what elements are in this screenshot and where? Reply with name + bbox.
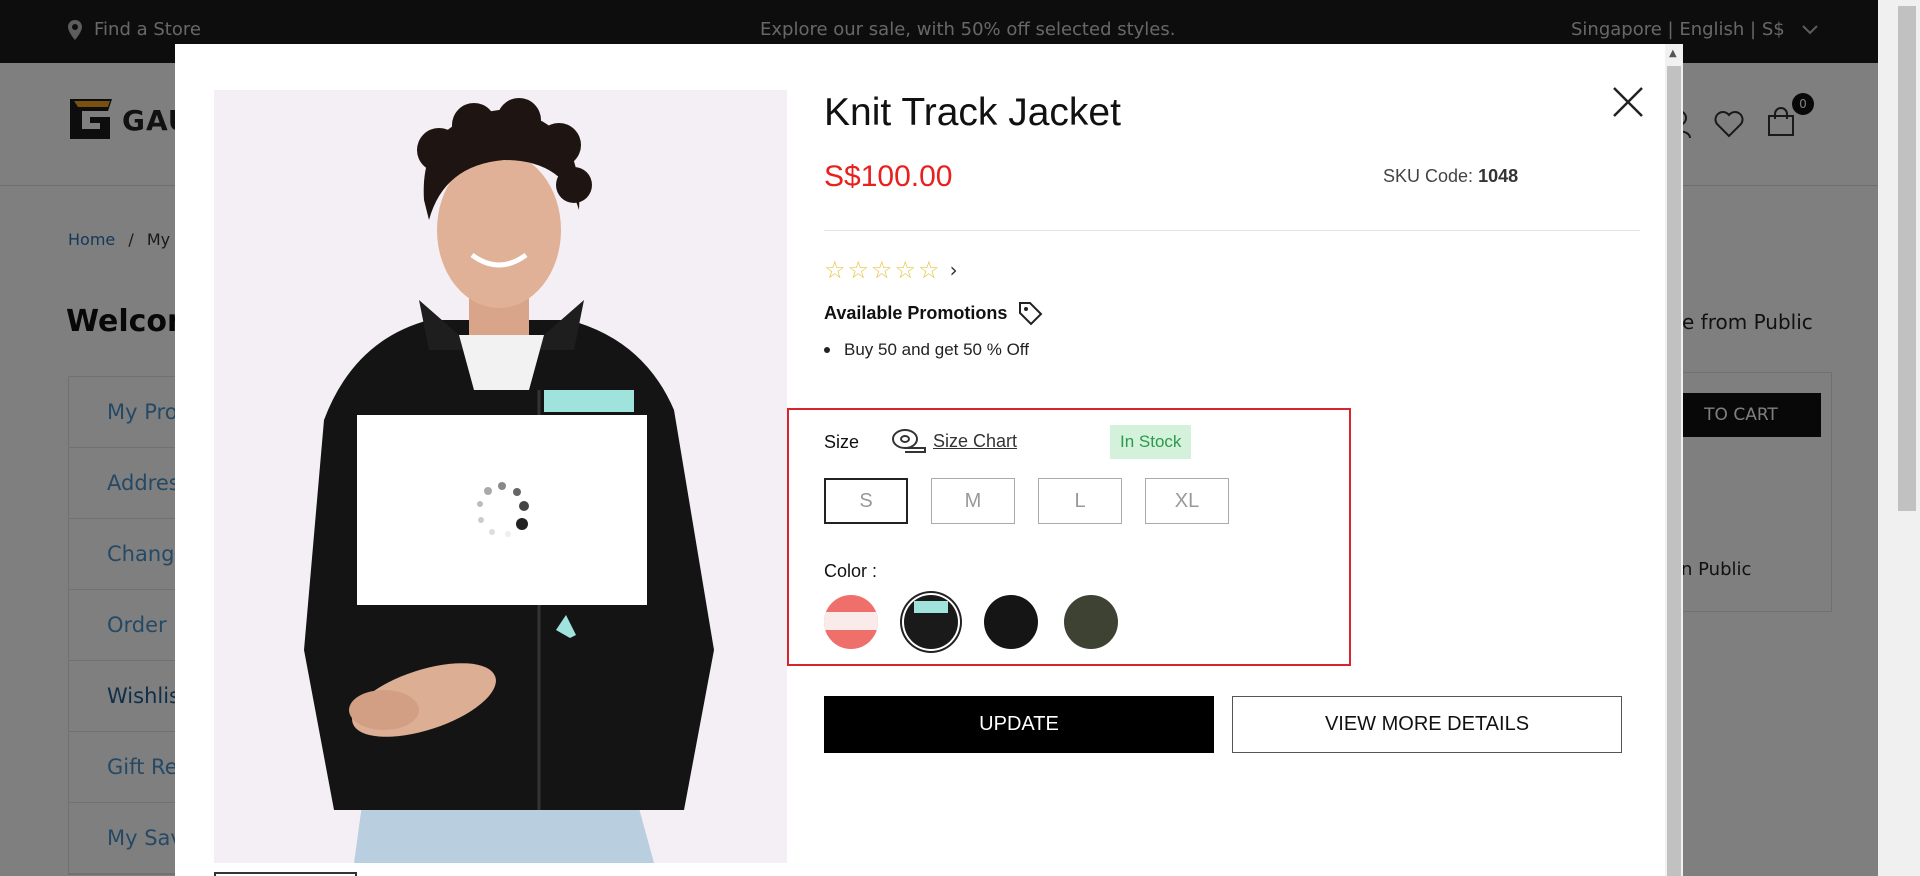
- star-icon: ☆: [847, 256, 870, 284]
- size-chart-link[interactable]: Size Chart: [891, 428, 1017, 454]
- sku-label: SKU Code:: [1383, 166, 1474, 186]
- size-label: Size: [824, 432, 860, 452]
- header-divider: [824, 230, 1640, 231]
- promotions-heading-label: Available Promotions: [824, 302, 1008, 323]
- color-swatch-coral-white[interactable]: [824, 595, 878, 649]
- star-icon: ☆: [871, 256, 893, 284]
- quick-view-modal: Knit Track Jacket S$100.00 SKU Code: 104…: [175, 44, 1683, 876]
- color-label: Color :: [824, 561, 878, 581]
- promotion-text: Buy 50 and get 50 % Off: [844, 340, 1029, 359]
- color-swatch-black-mint[interactable]: [904, 595, 958, 649]
- chevron-right-icon: ›: [949, 258, 958, 282]
- size-option-xl[interactable]: XL: [1145, 478, 1229, 524]
- page-scrollbar[interactable]: [1878, 0, 1920, 876]
- modal-scrollbar-thumb[interactable]: [1667, 66, 1681, 876]
- tag-icon: [1019, 302, 1043, 326]
- image-thumbnail-tab[interactable]: [214, 872, 357, 876]
- close-icon[interactable]: [1608, 82, 1648, 122]
- product-image: [214, 90, 787, 863]
- size-options: S M L XL: [824, 478, 1229, 524]
- rating-stars[interactable]: ☆ ☆ ☆ ☆ ☆ ›: [824, 256, 958, 284]
- size-option-l[interactable]: L: [1038, 478, 1122, 524]
- size-option-m[interactable]: M: [931, 478, 1015, 524]
- loading-spinner-icon: [477, 482, 529, 537]
- star-icon: ☆: [824, 256, 846, 284]
- promotions-heading: Available Promotions: [824, 300, 1043, 326]
- update-button[interactable]: UPDATE: [824, 696, 1214, 753]
- size-option-s[interactable]: S: [824, 478, 908, 524]
- color-swatch-black[interactable]: [984, 595, 1038, 649]
- modal-scrollbar[interactable]: ▲: [1665, 44, 1683, 876]
- star-icon: ☆: [894, 256, 917, 284]
- scroll-up-arrow-icon[interactable]: ▲: [1669, 48, 1677, 59]
- color-options: [824, 595, 1118, 649]
- view-more-details-button[interactable]: VIEW MORE DETAILS: [1232, 696, 1622, 753]
- color-swatch-olive[interactable]: [1064, 595, 1118, 649]
- star-icon: ☆: [918, 256, 940, 284]
- product-price: S$100.00: [824, 160, 953, 193]
- product-title: Knit Track Jacket: [824, 91, 1121, 134]
- image-loading-overlay: [357, 415, 647, 605]
- sku-value: 1048: [1478, 166, 1519, 186]
- promotion-list-item: Buy 50 and get 50 % Off: [824, 340, 1029, 360]
- sku-code: SKU Code: 1048: [1383, 166, 1518, 187]
- bullet-icon: [824, 347, 830, 353]
- size-chart-label: Size Chart: [933, 430, 1018, 451]
- page-scrollbar-thumb[interactable]: [1898, 6, 1916, 511]
- measuring-tape-icon: [892, 429, 926, 453]
- stock-status-badge: In Stock: [1110, 425, 1192, 459]
